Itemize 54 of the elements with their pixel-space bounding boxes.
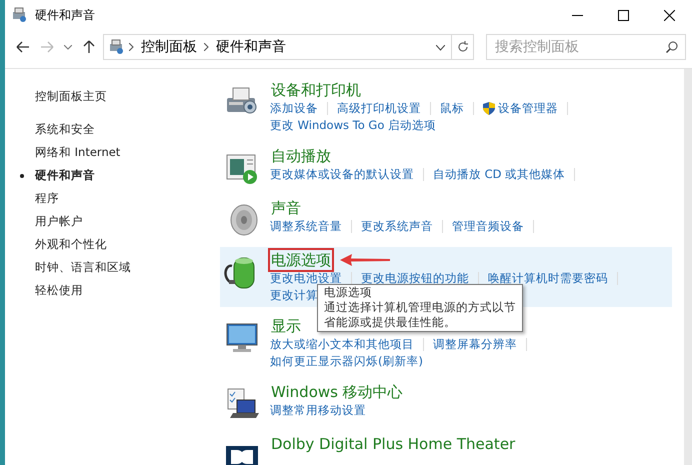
forward-arrow-icon (40, 41, 54, 53)
category-link[interactable]: 声音 (270, 198, 302, 218)
arrow-icon (340, 254, 390, 266)
category-link[interactable]: Dolby Digital Plus Home Theater (270, 434, 516, 454)
scrollbar[interactable] (684, 69, 692, 465)
category-link[interactable]: 显示 (270, 316, 302, 336)
search-icon (666, 41, 678, 53)
category-link[interactable]: Windows 移动中心 (270, 382, 404, 402)
up-arrow-icon (83, 40, 95, 54)
window-icon (11, 7, 29, 23)
settings-link[interactable]: 高级打印机设置 (337, 100, 421, 117)
settings-link[interactable]: 设备管理器 (483, 100, 558, 117)
breadcrumb[interactable]: 控制面板 (137, 36, 201, 58)
sidebar-item[interactable]: 轻松使用 (19, 279, 220, 302)
sidebar-item[interactable]: 网络和 Internet (19, 141, 220, 164)
refresh-button[interactable] (452, 34, 474, 60)
settings-link[interactable]: 添加设备 (270, 100, 318, 117)
settings-link[interactable]: 唤醒计算机时需要密码 (488, 270, 608, 287)
sidebar-item[interactable]: 硬件和声音 (19, 164, 220, 187)
breadcrumb[interactable]: 硬件和声音 (212, 36, 290, 58)
settings-link[interactable]: 更改系统声音 (361, 218, 433, 235)
sidebar-item[interactable]: 外观和个性化 (19, 233, 220, 256)
settings-link[interactable]: 更改计算 (270, 287, 318, 304)
sidebar-item[interactable]: 时钟、语言和区域 (19, 256, 220, 279)
settings-link[interactable]: 自动播放 CD 或其他媒体 (433, 166, 566, 183)
settings-link[interactable]: 更改电池设置 (270, 270, 342, 287)
settings-link[interactable]: 管理音频设备 (452, 218, 524, 235)
settings-link[interactable]: 鼠标 (440, 100, 464, 117)
tooltip-text: 通过选择计算机管理电源的方式以节省能源或提供最佳性能。 (324, 300, 516, 330)
sidebar-item[interactable]: 系统和安全 (19, 118, 220, 141)
refresh-icon (456, 41, 468, 53)
printer-icon (108, 39, 126, 55)
sidebar-item[interactable]: 程序 (19, 187, 220, 210)
category-link[interactable]: 设备和打印机 (270, 80, 362, 100)
category-link[interactable]: 电源选项 (270, 250, 332, 270)
sidebar-item[interactable]: 用户帐户 (19, 210, 220, 233)
settings-link[interactable]: 放大或缩小文本和其他项目 (270, 336, 414, 353)
settings-link[interactable]: 调整屏幕分辨率 (433, 336, 517, 353)
settings-link[interactable]: 更改电源按钮的功能 (361, 270, 469, 287)
back-arrow-icon (16, 41, 30, 53)
search-field[interactable]: 搜索控制面板 (486, 34, 686, 60)
close-icon (664, 10, 674, 20)
caret-icon (64, 44, 72, 50)
settings-link[interactable]: 更改 Windows To Go 启动选项 (270, 117, 436, 134)
settings-link[interactable]: 调整常用移动设置 (270, 402, 366, 419)
address-bar[interactable]: 控制面板 硬件和声音 (103, 34, 452, 60)
settings-link[interactable]: 如何更正显示器闪烁(刷新率) (270, 353, 423, 370)
maximize-icon (618, 10, 628, 20)
tooltip-title: 电源选项 (324, 285, 373, 300)
window-title: 硬件和声音 (35, 7, 95, 24)
settings-link[interactable]: 调整系统音量 (270, 218, 342, 235)
category-link[interactable]: 自动播放 (270, 146, 332, 166)
sidebar-item[interactable]: 控制面板主页 (19, 85, 220, 108)
settings-link[interactable]: 更改媒体或设备的默认设置 (270, 166, 414, 183)
